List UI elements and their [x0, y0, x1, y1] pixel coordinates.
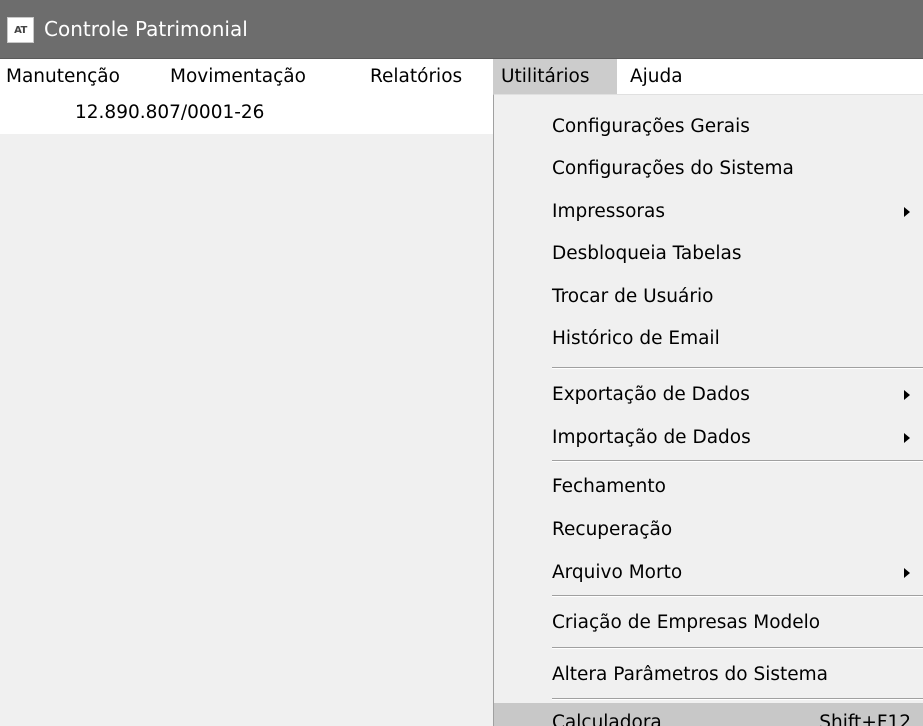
utilitarios-dropdown: Configurações Gerais Configurações do Si…	[493, 94, 923, 726]
menu-item-recuperacao[interactable]: Recuperação	[494, 510, 923, 550]
menu-item-label: Calculadora	[552, 712, 662, 726]
menu-item-label: Altera Parâmetros do Sistema	[552, 664, 829, 685]
menu-item-altera-parametros[interactable]: Altera Parâmetros do Sistema	[494, 655, 923, 695]
menu-relatorios[interactable]: Relatórios	[370, 59, 462, 94]
menu-item-historico-email[interactable]: Histórico de Email	[494, 319, 923, 359]
menu-item-configuracoes-gerais[interactable]: Configurações Gerais	[494, 107, 923, 147]
menu-item-label: Recuperação	[552, 519, 673, 540]
menu-bar: Manutenção Movimentação Relatórios Utili…	[0, 59, 923, 94]
menu-manutencao[interactable]: Manutenção	[6, 59, 120, 94]
menu-item-label: Configurações Gerais	[552, 116, 750, 137]
submenu-arrow-icon	[904, 390, 910, 400]
menu-item-label: Importação de Dados	[552, 427, 751, 448]
menu-item-criacao-empresas-modelo[interactable]: Criação de Empresas Modelo	[494, 603, 923, 643]
submenu-arrow-icon	[904, 568, 910, 578]
menu-separator	[552, 367, 923, 369]
menu-item-arquivo-morto[interactable]: Arquivo Morto	[494, 553, 923, 593]
app-icon[interactable]: AT	[7, 17, 34, 43]
menu-utilitarios[interactable]: Utilitários	[493, 59, 617, 94]
menu-separator	[552, 460, 923, 462]
menu-item-label: Fechamento	[552, 476, 666, 497]
menu-item-label: Impressoras	[552, 201, 665, 222]
menu-movimentacao[interactable]: Movimentação	[170, 59, 306, 94]
submenu-arrow-icon	[904, 433, 910, 443]
menu-item-label: Desbloqueia Tabelas	[552, 243, 742, 264]
menu-ajuda[interactable]: Ajuda	[630, 59, 683, 94]
menu-item-label: Exportação de Dados	[552, 384, 750, 405]
title-bar: AT Controle Patrimonial	[0, 0, 923, 59]
submenu-arrow-icon	[904, 207, 910, 217]
menu-separator	[552, 698, 923, 700]
menu-item-label: Arquivo Morto	[552, 562, 683, 583]
menu-item-shortcut: Shift+F12	[819, 712, 911, 726]
menu-item-label: Configurações do Sistema	[552, 158, 794, 179]
window-title: Controle Patrimonial	[44, 17, 248, 41]
menu-item-impressoras[interactable]: Impressoras	[494, 192, 923, 232]
menu-item-desbloqueia-tabelas[interactable]: Desbloqueia Tabelas	[494, 234, 923, 274]
menu-separator	[552, 595, 923, 597]
company-cnpj: 12.890.807/0001-26	[75, 102, 265, 123]
menu-item-label: Criação de Empresas Modelo	[552, 612, 821, 633]
menu-item-fechamento[interactable]: Fechamento	[494, 467, 923, 507]
menu-item-label: Histórico de Email	[552, 328, 720, 349]
menu-item-trocar-usuario[interactable]: Trocar de Usuário	[494, 277, 923, 317]
company-row[interactable]: 12.890.807/0001-26	[0, 94, 493, 134]
menu-item-label: Trocar de Usuário	[552, 286, 714, 307]
menu-item-exportacao-dados[interactable]: Exportação de Dados	[494, 375, 923, 415]
menu-item-importacao-dados[interactable]: Importação de Dados	[494, 418, 923, 458]
menu-item-configuracoes-sistema[interactable]: Configurações do Sistema	[494, 149, 923, 189]
menu-separator	[552, 647, 923, 649]
menu-item-calculadora[interactable]: Calculadora Shift+F12	[494, 703, 923, 726]
